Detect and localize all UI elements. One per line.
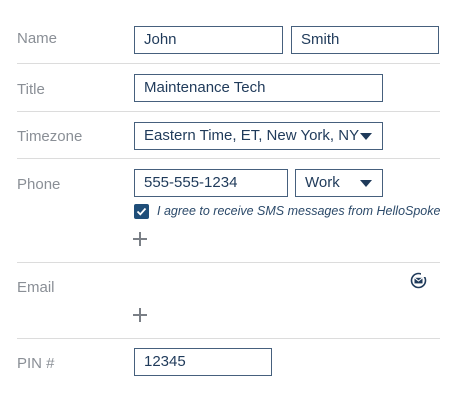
timezone-label: Timezone — [17, 128, 83, 145]
divider — [17, 262, 440, 263]
email-redirect-icon[interactable] — [410, 272, 427, 289]
add-phone-plus-icon[interactable] — [133, 232, 147, 246]
divider — [17, 63, 440, 64]
phone-type-value: Work — [305, 174, 340, 191]
phone-label: Phone — [17, 176, 61, 193]
email-label: Email — [17, 279, 55, 296]
checkmark-icon — [136, 207, 147, 216]
timezone-select[interactable]: Eastern Time, ET, New York, NY — [134, 122, 383, 150]
name-label: Name — [17, 30, 58, 47]
title-label: Title — [17, 81, 45, 98]
phone-type-select[interactable]: Work — [295, 169, 383, 197]
sms-consent-checkbox[interactable] — [134, 204, 149, 219]
phone-field[interactable]: 555-555-1234 — [134, 169, 288, 197]
divider — [17, 111, 440, 112]
divider — [17, 158, 440, 159]
sms-consent-label: I agree to receive SMS messages from Hel… — [157, 204, 441, 218]
pin-label: PIN # — [17, 355, 55, 372]
timezone-value: Eastern Time, ET, New York, NY — [144, 127, 360, 144]
title-field[interactable]: Maintenance Tech — [134, 74, 383, 102]
first-name-field[interactable]: John — [134, 26, 283, 54]
chevron-down-icon — [360, 180, 372, 187]
divider — [17, 338, 440, 339]
add-email-plus-icon[interactable] — [133, 308, 147, 322]
last-name-field[interactable]: Smith — [291, 26, 439, 54]
chevron-down-icon — [360, 133, 372, 140]
pin-field[interactable]: 12345 — [134, 348, 272, 376]
